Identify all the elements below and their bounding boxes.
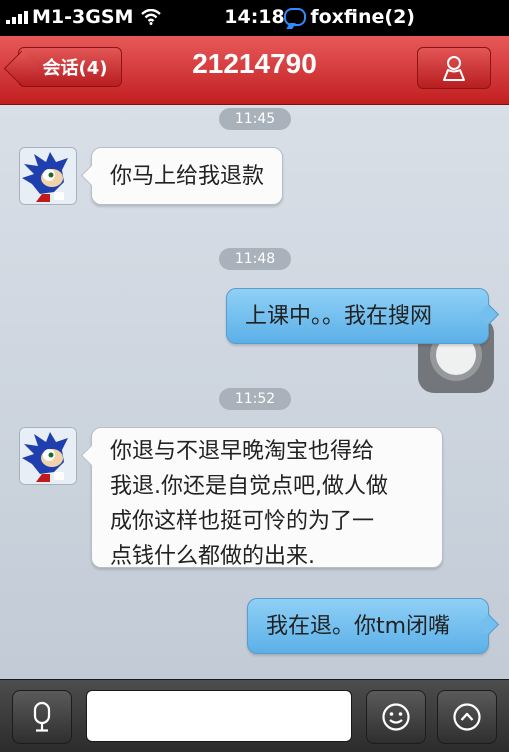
avatar[interactable]	[19, 427, 77, 485]
microphone-icon	[33, 701, 51, 732]
message-incoming[interactable]: 你退与不退早晚淘宝也得给 我退.你还是自觉点吧,做人做 成你这样也挺可怜的为了一…	[91, 427, 443, 569]
message-text-line: 成你这样也挺可怜的为了一	[110, 509, 375, 534]
sonic-avatar-image	[20, 428, 76, 484]
message-outgoing[interactable]: 我在退。你tm闭嘴	[247, 598, 489, 654]
message-text-line: 我退.你还是自觉点吧,做人做	[110, 474, 388, 499]
input-bar	[0, 679, 509, 752]
person-icon	[443, 56, 465, 81]
smiley-icon	[382, 703, 410, 731]
message-text: 上课中。。我在搜网	[245, 304, 433, 329]
message-text-line: 你退与不退早晚淘宝也得给	[110, 439, 375, 464]
status-time: 14:18	[224, 6, 285, 28]
sonic-avatar-image	[20, 148, 76, 204]
notification-text: foxfine(2)	[310, 6, 415, 28]
message-input[interactable]	[86, 690, 352, 742]
message-incoming[interactable]: 你马上给我退款	[91, 147, 284, 205]
avatar[interactable]	[19, 147, 77, 205]
message-text: 你马上给我退款	[110, 164, 265, 189]
status-bar: M1-3GSM 14:18 foxfine(2)	[0, 0, 509, 36]
conversation-area[interactable]: 11:45 你马上给我退款 11:48 上课中。。我在搜网 11:52 你退与不…	[0, 105, 509, 679]
chat-bubble-icon	[284, 8, 307, 26]
message-outgoing[interactable]: 上课中。。我在搜网	[226, 288, 489, 344]
message-text: 我在退。你tm闭嘴	[266, 614, 451, 639]
notification-area: foxfine(2)	[284, 6, 415, 28]
timestamp: 11:48	[219, 248, 291, 270]
timestamp: 11:45	[219, 108, 291, 130]
nav-bar: 会话(4) 21214790	[0, 36, 509, 105]
more-button[interactable]	[437, 690, 497, 744]
message-text-line: 点钱什么都做的出来.	[110, 544, 315, 569]
voice-button[interactable]	[12, 690, 72, 744]
timestamp: 11:52	[219, 388, 291, 410]
emoji-button[interactable]	[366, 690, 426, 744]
back-button-label: 会话(4)	[42, 58, 108, 79]
chevron-up-icon	[453, 703, 481, 731]
profile-button[interactable]	[417, 47, 491, 89]
